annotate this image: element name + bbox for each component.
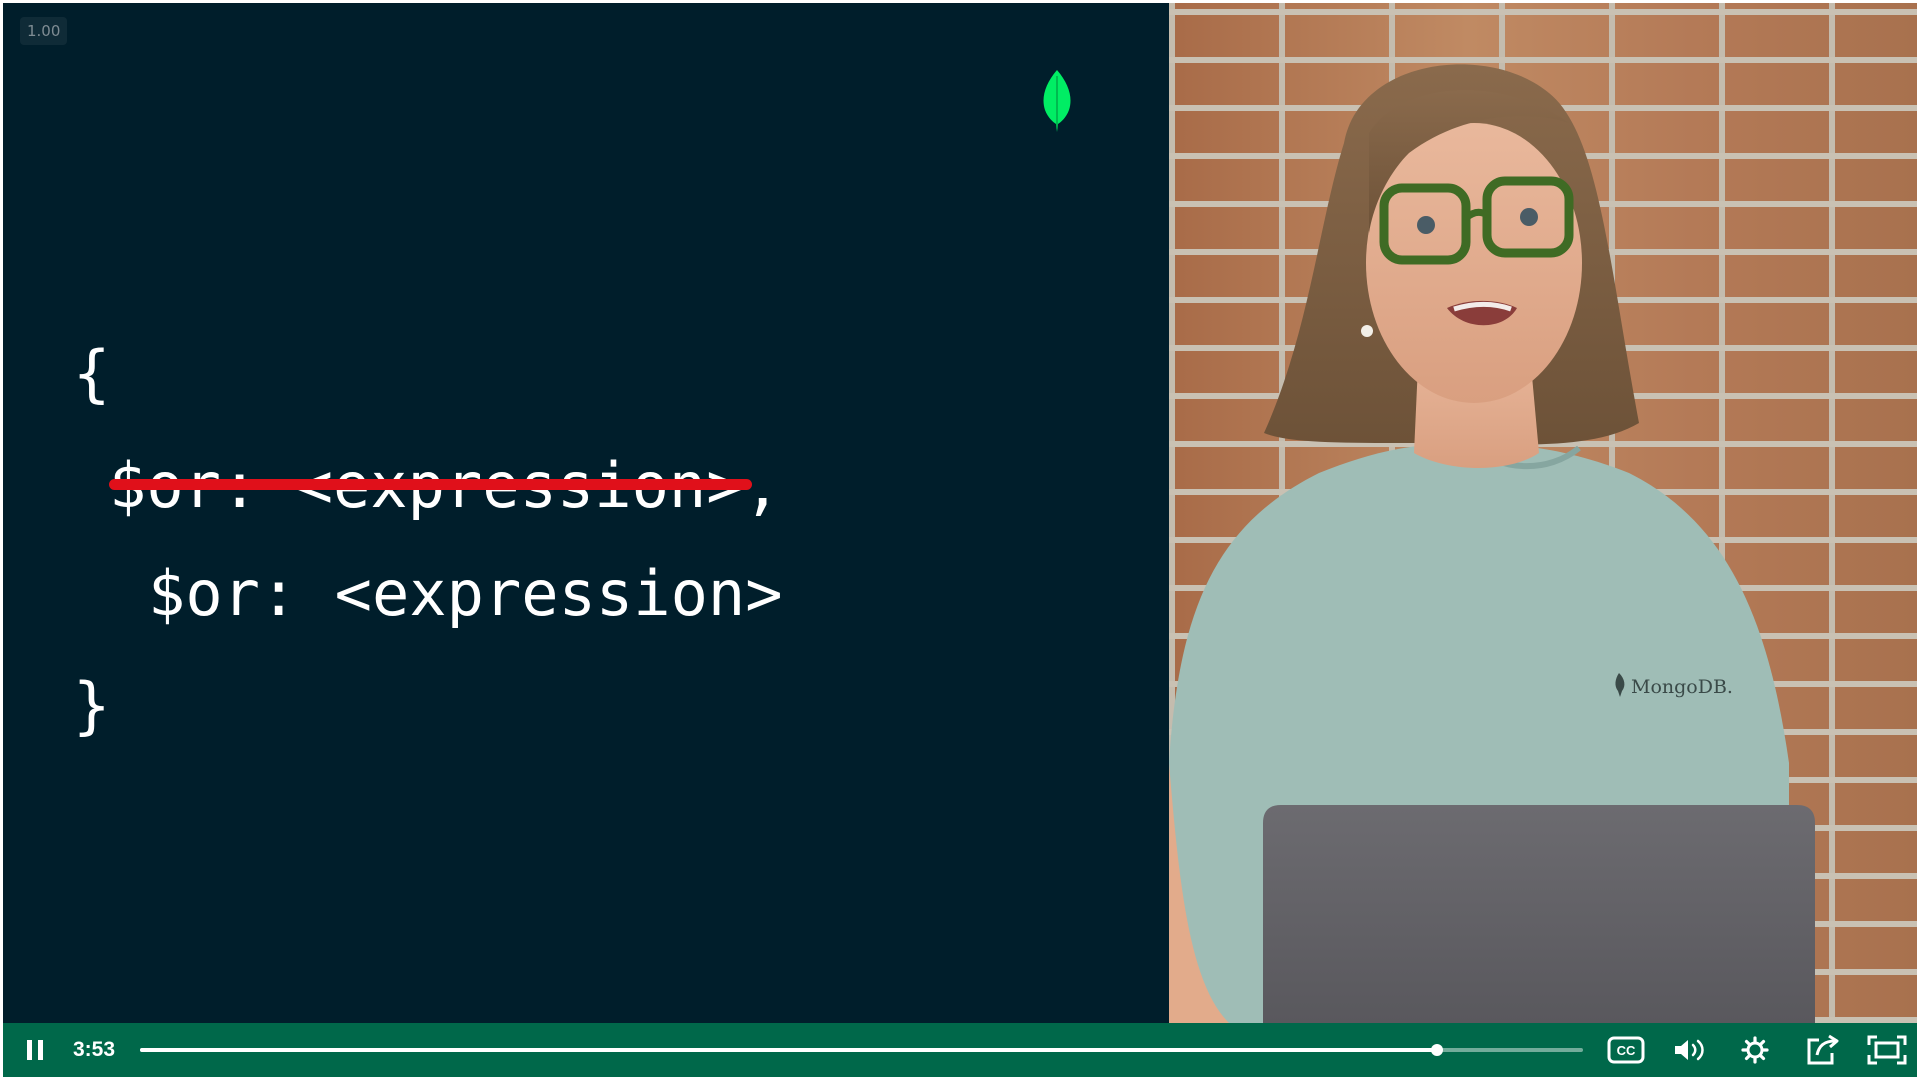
struck-expression: $or: <expression> xyxy=(109,449,752,522)
pause-button[interactable] xyxy=(17,1023,53,1077)
pause-icon xyxy=(27,1040,43,1060)
fullscreen-button[interactable] xyxy=(1864,1023,1910,1077)
presenter-camera-feed: MongoDB. xyxy=(1169,3,1917,1023)
shirt-logo-text: MongoDB. xyxy=(1631,676,1733,698)
code-brace-open: { xyxy=(73,337,111,410)
strikethrough-mark xyxy=(109,479,752,490)
closed-captions-icon: CC xyxy=(1607,1036,1645,1064)
mongodb-leaf-icon xyxy=(1043,70,1071,132)
slide-panel: 1.00 { $or: <expression>, $or: <expressi… xyxy=(3,3,1169,1023)
progress-fill xyxy=(140,1048,1437,1052)
code-line-expression: $or: <expression> xyxy=(148,557,783,630)
settings-button[interactable] xyxy=(1735,1023,1775,1077)
player-control-bar: 3:53 CC xyxy=(3,1023,1917,1077)
presenter-figure: MongoDB. xyxy=(1169,64,1815,1023)
popout-button[interactable] xyxy=(1801,1023,1845,1077)
playback-speed-badge: 1.00 xyxy=(20,17,68,45)
popout-icon xyxy=(1807,1034,1839,1065)
code-line-struck: $or: <expression>, xyxy=(109,455,781,517)
svg-text:CC: CC xyxy=(1617,1043,1636,1058)
progress-scrubber-handle[interactable] xyxy=(1430,1044,1443,1056)
code-brace-close: } xyxy=(73,669,111,742)
settings-icon xyxy=(1741,1036,1769,1064)
video-player[interactable]: 1.00 { $or: <expression>, $or: <expressi… xyxy=(3,3,1917,1077)
progress-bar[interactable] xyxy=(140,1044,1583,1056)
closed-captions-button[interactable]: CC xyxy=(1603,1023,1649,1077)
volume-button[interactable] xyxy=(1670,1023,1710,1077)
fullscreen-icon xyxy=(1867,1035,1907,1065)
volume-icon xyxy=(1675,1039,1704,1061)
current-time: 3:53 xyxy=(73,1038,116,1061)
